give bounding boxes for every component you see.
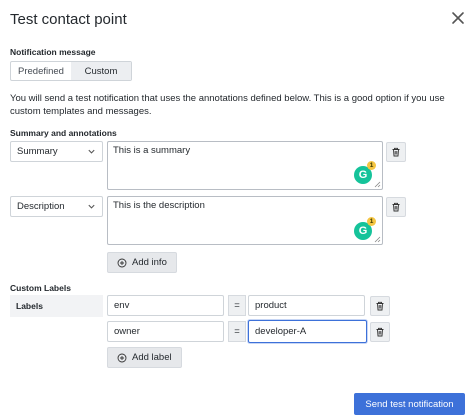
grammarly-count-badge: 1	[367, 161, 376, 170]
notification-message-toggle: Predefined Custom	[10, 61, 132, 81]
label-value-input-owner[interactable]: developer-A	[248, 320, 367, 343]
plus-circle-icon	[117, 258, 127, 267]
notification-message-label: Notification message	[10, 47, 96, 57]
label-value-input-env[interactable]: product	[248, 295, 365, 316]
input-value: product	[255, 300, 287, 311]
resize-grip-icon[interactable]	[374, 236, 381, 243]
textarea-value: This is a summary	[113, 145, 191, 156]
delete-label-button-owner[interactable]	[370, 322, 390, 342]
select-value: Description	[17, 201, 65, 212]
plus-circle-icon	[117, 353, 127, 362]
add-info-label: Add info	[132, 257, 167, 268]
trash-icon	[376, 301, 384, 311]
trash-icon	[392, 147, 400, 157]
delete-label-button-env[interactable]	[370, 296, 390, 316]
send-test-notification-button[interactable]: Send test notification	[354, 393, 465, 415]
add-label-label: Add label	[132, 352, 172, 363]
grammarly-icon[interactable]: G 1	[354, 217, 376, 240]
chevron-down-icon	[88, 149, 95, 154]
grammarly-count-badge: 1	[367, 217, 376, 226]
annotation-key-select-description[interactable]: Description	[10, 196, 103, 217]
select-value: Summary	[17, 146, 58, 157]
trash-icon	[392, 202, 400, 212]
equals-sign: =	[228, 321, 246, 342]
dialog-title: Test contact point	[10, 11, 127, 28]
input-value: owner	[114, 326, 140, 337]
label-key-input-env[interactable]: env	[107, 295, 224, 316]
delete-annotation-button-summary[interactable]	[386, 142, 406, 162]
custom-labels-label: Custom Labels	[10, 283, 71, 293]
labels-column-label: Labels	[10, 295, 103, 317]
input-value: env	[114, 300, 130, 311]
add-info-button[interactable]: Add info	[107, 252, 177, 273]
annotation-value-textarea-summary[interactable]: This is a summary	[107, 141, 383, 190]
option-predefined[interactable]: Predefined	[11, 62, 71, 80]
trash-icon	[376, 327, 384, 337]
option-custom[interactable]: Custom	[71, 62, 131, 80]
notification-description: You will send a test notification that u…	[10, 93, 445, 117]
chevron-down-icon	[88, 204, 95, 209]
annotations-label: Summary and annotations	[10, 128, 117, 138]
add-label-button[interactable]: Add label	[107, 347, 182, 368]
resize-grip-icon[interactable]	[374, 181, 381, 188]
grammarly-icon[interactable]: G 1	[354, 161, 376, 184]
equals-sign: =	[228, 295, 246, 316]
labels-text: Labels	[16, 301, 43, 311]
input-value: developer-A	[255, 326, 307, 337]
annotation-key-select-summary[interactable]: Summary	[10, 141, 103, 162]
textarea-value: This is the description	[113, 200, 205, 211]
delete-annotation-button-description[interactable]	[386, 197, 406, 217]
annotation-value-textarea-description[interactable]: This is the description	[107, 196, 383, 245]
label-key-input-owner[interactable]: owner	[107, 321, 224, 342]
close-icon[interactable]	[450, 10, 466, 26]
